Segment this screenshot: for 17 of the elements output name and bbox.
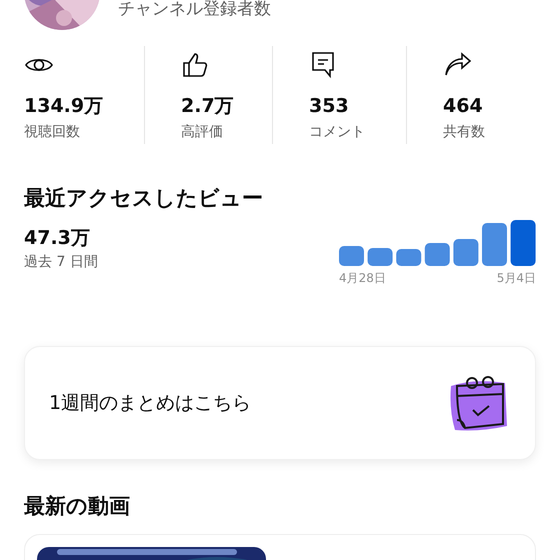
stat-value: 464 bbox=[443, 94, 483, 118]
stat-value: 2.7万 bbox=[181, 94, 234, 118]
date-label: 5月4日 bbox=[496, 270, 536, 286]
stat-label: コメント bbox=[309, 123, 365, 141]
stat-value: 134.9万 bbox=[24, 94, 104, 118]
views-total: 47.3万 bbox=[24, 226, 91, 250]
stat-label: 視聴回数 bbox=[24, 123, 80, 141]
stat-label: 共有数 bbox=[443, 123, 485, 141]
subscribers-label: チャンネル登録者数 bbox=[118, 0, 271, 20]
summary-card[interactable]: 1週間のまとめはこちら bbox=[24, 346, 536, 460]
stat-label: 高評価 bbox=[181, 123, 223, 141]
summary-text: 1週間のまとめはこちら bbox=[49, 391, 252, 415]
section-title: 最近アクセスしたビュー bbox=[24, 185, 264, 212]
date-label: 4月28日 bbox=[339, 270, 386, 286]
stat-value: 353 bbox=[309, 94, 349, 118]
section-title: 最新の動画 bbox=[23, 493, 131, 520]
period-label: 過去 7 日間 bbox=[24, 253, 98, 272]
